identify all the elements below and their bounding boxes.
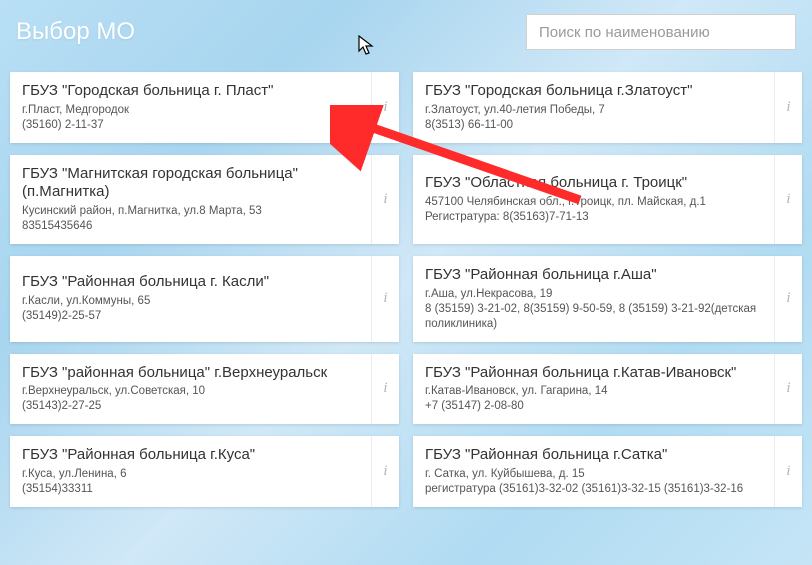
mo-card[interactable]: ГБУЗ "Городская больница г.Златоуст" г.З… [413,72,802,143]
card-title: ГБУЗ "Магнитская городская больница" (п.… [22,165,359,203]
mo-card[interactable]: ГБУЗ "Районная больница г.Куса" г.Куса, … [10,436,399,507]
card-body: ГБУЗ "Городская больница г.Златоуст" г.З… [413,72,774,143]
card-title: ГБУЗ "Районная больница г.Куса" [22,446,359,465]
card-phone: (35149)2-25-57 [22,309,359,324]
card-body: ГБУЗ "Районная больница г.Сатка" г. Сатк… [413,436,774,507]
card-title: ГБУЗ "Районная больница г.Аша" [425,266,762,285]
info-icon[interactable]: i [371,72,399,143]
card-body: ГБУЗ "Районная больница г. Касли" г.Касл… [10,256,371,342]
card-phone: 83515435646 [22,219,359,234]
info-icon[interactable]: i [371,256,399,342]
mo-card[interactable]: ГБУЗ "Магнитская городская больница" (п.… [10,155,399,244]
info-icon[interactable]: i [774,354,802,425]
card-body: ГБУЗ "районная больница" г.Верхнеуральск… [10,354,371,425]
card-address: г.Аша, ул.Некрасова, 19 [425,287,762,302]
card-title: ГБУЗ "Районная больница г.Сатка" [425,446,762,465]
card-address: 457100 Челябинская обл., г.Троицк, пл. М… [425,195,762,210]
card-body: ГБУЗ "Областная больница г. Троицк" 4571… [413,155,774,244]
info-icon[interactable]: i [371,436,399,507]
info-icon[interactable]: i [774,436,802,507]
card-address: г.Верхнеуральск, ул.Советская, 10 [22,384,359,399]
card-address: г.Пласт, Медгородок [22,103,359,118]
card-body: ГБУЗ "Магнитская городская больница" (п.… [10,155,371,244]
card-address: Кусинский район, п.Магнитка, ул.8 Марта,… [22,204,359,219]
card-phone: (35143)2-27-25 [22,399,359,414]
mo-card[interactable]: ГБУЗ "Районная больница г. Касли" г.Касл… [10,256,399,342]
card-phone: (35160) 2-11-37 [22,118,359,133]
card-body: ГБУЗ "Районная больница г.Катав-Ивановск… [413,354,774,425]
mo-card[interactable]: ГБУЗ "Областная больница г. Троицк" 4571… [413,155,802,244]
mo-card[interactable]: ГБУЗ "Городская больница г. Пласт" г.Пла… [10,72,399,143]
card-phone: +7 (35147) 2-08-80 [425,399,762,414]
card-address: г.Куса, ул.Ленина, 6 [22,467,359,482]
card-phone: 8(3513) 66-11-00 [425,118,762,133]
card-body: ГБУЗ "Городская больница г. Пласт" г.Пла… [10,72,371,143]
info-icon[interactable]: i [774,72,802,143]
info-icon[interactable]: i [371,354,399,425]
card-address: г. Сатка, ул. Куйбышева, д. 15 [425,467,762,482]
info-icon[interactable]: i [371,155,399,244]
card-phone: регистратура (35161)3-32-02 (35161)3-32-… [425,482,762,497]
card-phone: (35154)33311 [22,482,359,497]
search-input[interactable] [526,14,796,50]
page-title: Выбор МО [16,18,135,46]
mo-card[interactable]: ГБУЗ "районная больница" г.Верхнеуральск… [10,354,399,425]
card-address: г.Златоуст, ул.40-летия Победы, 7 [425,103,762,118]
card-phone: Регистратура: 8(35163)7-71-13 [425,210,762,225]
card-title: ГБУЗ "районная больница" г.Верхнеуральск [22,364,359,383]
card-body: ГБУЗ "Районная больница г.Куса" г.Куса, … [10,436,371,507]
card-title: ГБУЗ "Областная больница г. Троицк" [425,174,762,193]
card-phone: 8 (35159) 3-21-02, 8(35159) 9-50-59, 8 (… [425,302,762,332]
card-address: г.Катав-Ивановск, ул. Гагарина, 14 [425,384,762,399]
card-address: г.Касли, ул.Коммуны, 65 [22,294,359,309]
mo-card[interactable]: ГБУЗ "Районная больница г.Сатка" г. Сатк… [413,436,802,507]
card-title: ГБУЗ "Районная больница г.Катав-Ивановск… [425,364,762,383]
card-body: ГБУЗ "Районная больница г.Аша" г.Аша, ул… [413,256,774,342]
header: Выбор МО [10,14,802,50]
card-title: ГБУЗ "Городская больница г. Пласт" [22,82,359,101]
info-icon[interactable]: i [774,256,802,342]
mo-card[interactable]: ГБУЗ "Районная больница г.Аша" г.Аша, ул… [413,256,802,342]
card-title: ГБУЗ "Районная больница г. Касли" [22,273,359,292]
cards-grid: ГБУЗ "Городская больница г. Пласт" г.Пла… [10,72,802,507]
card-title: ГБУЗ "Городская больница г.Златоуст" [425,82,762,101]
mo-card[interactable]: ГБУЗ "Районная больница г.Катав-Ивановск… [413,354,802,425]
info-icon[interactable]: i [774,155,802,244]
